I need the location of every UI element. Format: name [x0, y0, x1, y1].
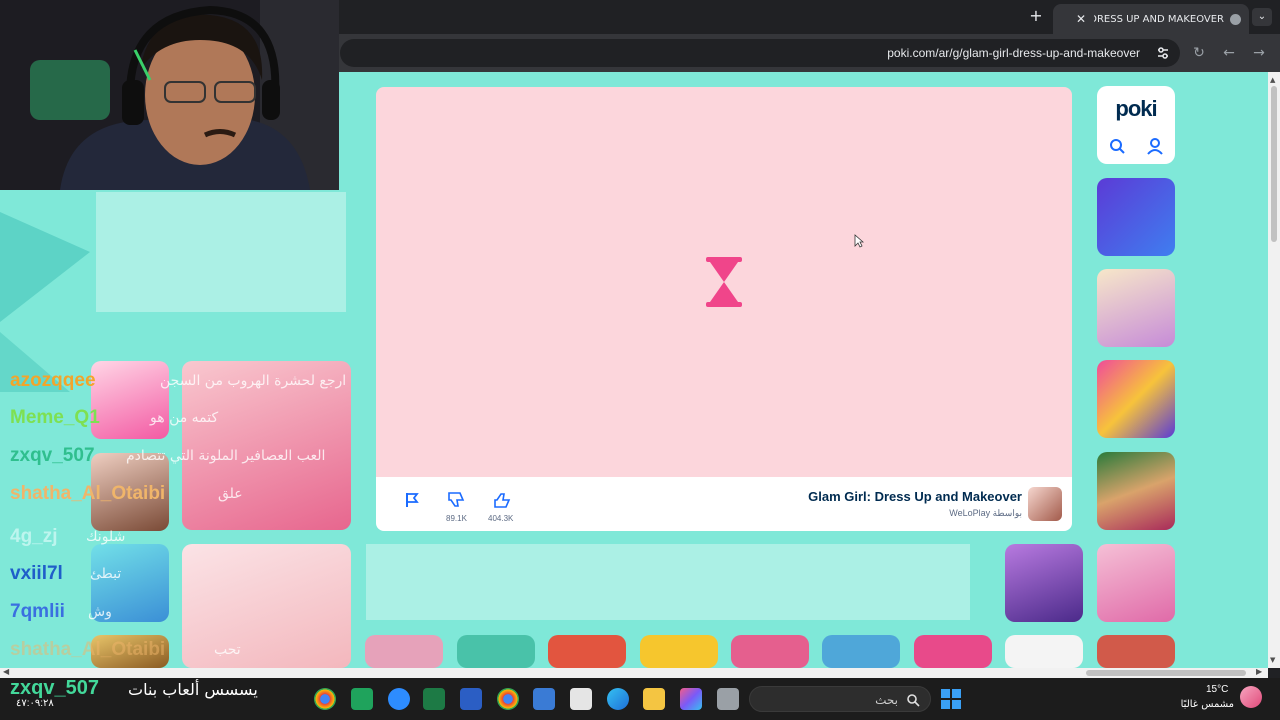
game-tile-large[interactable]	[182, 544, 351, 668]
forward-button[interactable]: →	[1250, 44, 1268, 62]
game-title: Glam Girl: Dress Up and Makeover	[808, 489, 1022, 504]
chat-username: zxqv_507	[10, 445, 95, 466]
chat-message: تحب	[214, 642, 241, 658]
like-count: 404.3K	[488, 514, 514, 523]
search-icon	[907, 694, 920, 707]
chat-message: وش	[88, 604, 112, 620]
game-tile[interactable]	[91, 361, 169, 439]
search-placeholder: بحث	[875, 693, 898, 707]
chat-username: azozqqee	[10, 370, 96, 391]
stream-timestamp: ٤٧:٠٩:٢٨	[16, 698, 54, 709]
game-tile[interactable]	[1097, 452, 1175, 530]
weather-temperature[interactable]: 15°C	[1206, 684, 1228, 695]
chat-message: علق	[218, 486, 243, 502]
chat-username: shatha_Al_Otaibi	[10, 639, 166, 660]
edge-icon[interactable]	[607, 688, 629, 710]
tab-title: GLAM GIRL: DRESS UP AND MAKEOVER	[1094, 13, 1224, 25]
chat-username: shatha_Al_Otaibi	[10, 483, 166, 504]
game-tile[interactable]	[548, 635, 626, 668]
screen: + GLAM GIRL: DRESS UP AND MAKEOVER ✕ ⌄ p…	[0, 0, 1280, 720]
hourglass-loading-icon	[706, 257, 742, 307]
weather-icon[interactable]	[1240, 686, 1262, 708]
zoom-icon[interactable]	[388, 688, 410, 710]
ad-placeholder-bottom	[366, 544, 970, 620]
mail-icon[interactable]	[533, 688, 555, 710]
store-icon[interactable]	[570, 688, 592, 710]
scroll-left-icon[interactable]: ◀	[3, 667, 9, 676]
scrollbar-thumb[interactable]	[1271, 86, 1277, 242]
dislike-icon[interactable]	[446, 491, 466, 509]
poki-logo[interactable]: poki	[1097, 96, 1175, 122]
windows-start-icon[interactable]	[940, 688, 962, 710]
weather-description[interactable]: مشمس غالبًا	[1180, 699, 1234, 710]
copilot-icon[interactable]	[680, 688, 702, 710]
chrome-icon[interactable]	[314, 688, 336, 710]
tab-close-icon[interactable]: ✕	[1074, 12, 1088, 26]
game-tile[interactable]	[1097, 360, 1175, 438]
game-canvas[interactable]	[376, 87, 1072, 477]
scrollbar-thumb[interactable]	[1086, 670, 1246, 676]
chat-message: يسسس ألعاب بنات	[128, 680, 258, 699]
file-explorer-icon[interactable]	[643, 688, 665, 710]
active-tab[interactable]: GLAM GIRL: DRESS UP AND MAKEOVER ✕	[1053, 4, 1249, 34]
app-icon[interactable]	[351, 688, 373, 710]
game-tile[interactable]	[822, 635, 900, 668]
taskbar-search[interactable]: بحث	[749, 686, 931, 712]
chat-message: العب العصافير الملونة التي تتصادم	[126, 448, 326, 464]
reload-button[interactable]: ↻	[1190, 44, 1208, 62]
chat-message: كتمه من هو	[150, 410, 219, 426]
chat-username: 7qmlii	[10, 601, 65, 622]
game-tile[interactable]	[731, 635, 809, 668]
new-tab-button[interactable]: +	[1028, 8, 1044, 24]
webcam-feed	[0, 0, 339, 190]
tab-search-button[interactable]: ⌄	[1252, 8, 1272, 26]
chat-message: تبطئ	[90, 566, 122, 582]
tab-favicon-icon	[1230, 13, 1241, 25]
chat-username: vxiil7l	[10, 563, 63, 584]
user-icon[interactable]	[1145, 136, 1165, 156]
report-flag-icon[interactable]	[402, 491, 422, 509]
chat-username: zxqv_507	[10, 677, 99, 699]
game-tile[interactable]	[1005, 544, 1083, 622]
back-button[interactable]: ←	[1220, 44, 1238, 62]
game-tile[interactable]	[1097, 544, 1175, 622]
game-tile[interactable]	[1097, 635, 1175, 668]
poki-logo-card: poki	[1097, 86, 1175, 164]
game-tile[interactable]	[365, 635, 443, 668]
game-info-bar: 89.1K 404.3K Glam Girl: Dress Up and Mak…	[376, 477, 1072, 531]
horizontal-scrollbar[interactable]: ◀ ▶	[0, 667, 1268, 678]
address-bar[interactable]: poki.com/ar/g/glam-girl-dress-up-and-mak…	[340, 39, 1180, 67]
game-tile[interactable]	[1097, 178, 1175, 256]
chat-username: 4g_zj	[10, 526, 58, 547]
word-icon[interactable]	[460, 688, 482, 710]
excel-icon[interactable]	[423, 688, 445, 710]
search-icon[interactable]	[1107, 136, 1127, 156]
game-developer: WeLoPlay بواسطة	[949, 508, 1022, 518]
game-thumbnail	[1028, 487, 1062, 521]
site-settings-icon[interactable]	[1156, 46, 1170, 60]
game-tile[interactable]	[640, 635, 718, 668]
chat-message: ارجع لحشرة الهروب من السجن	[160, 373, 347, 389]
chat-username: Meme_Q1	[10, 407, 100, 428]
scroll-up-icon[interactable]: ▲	[1270, 76, 1275, 84]
dislike-count: 89.1K	[446, 514, 467, 523]
game-tile[interactable]	[914, 635, 992, 668]
like-icon[interactable]	[492, 491, 512, 509]
scroll-right-icon[interactable]: ▶	[1256, 667, 1262, 676]
game-tile[interactable]	[1097, 269, 1175, 347]
scroll-down-icon[interactable]: ▼	[1270, 656, 1275, 664]
ad-placeholder-left	[96, 192, 346, 312]
vertical-scrollbar[interactable]: ▲ ▼	[1268, 72, 1280, 668]
url-text: poki.com/ar/g/glam-girl-dress-up-and-mak…	[887, 46, 1140, 60]
game-tile[interactable]	[1005, 635, 1083, 668]
mouse-cursor-icon	[854, 234, 864, 248]
chat-message: شلونك	[86, 529, 126, 545]
app-icon[interactable]	[717, 688, 739, 710]
game-tile[interactable]	[457, 635, 535, 668]
chrome-icon[interactable]	[497, 688, 519, 710]
